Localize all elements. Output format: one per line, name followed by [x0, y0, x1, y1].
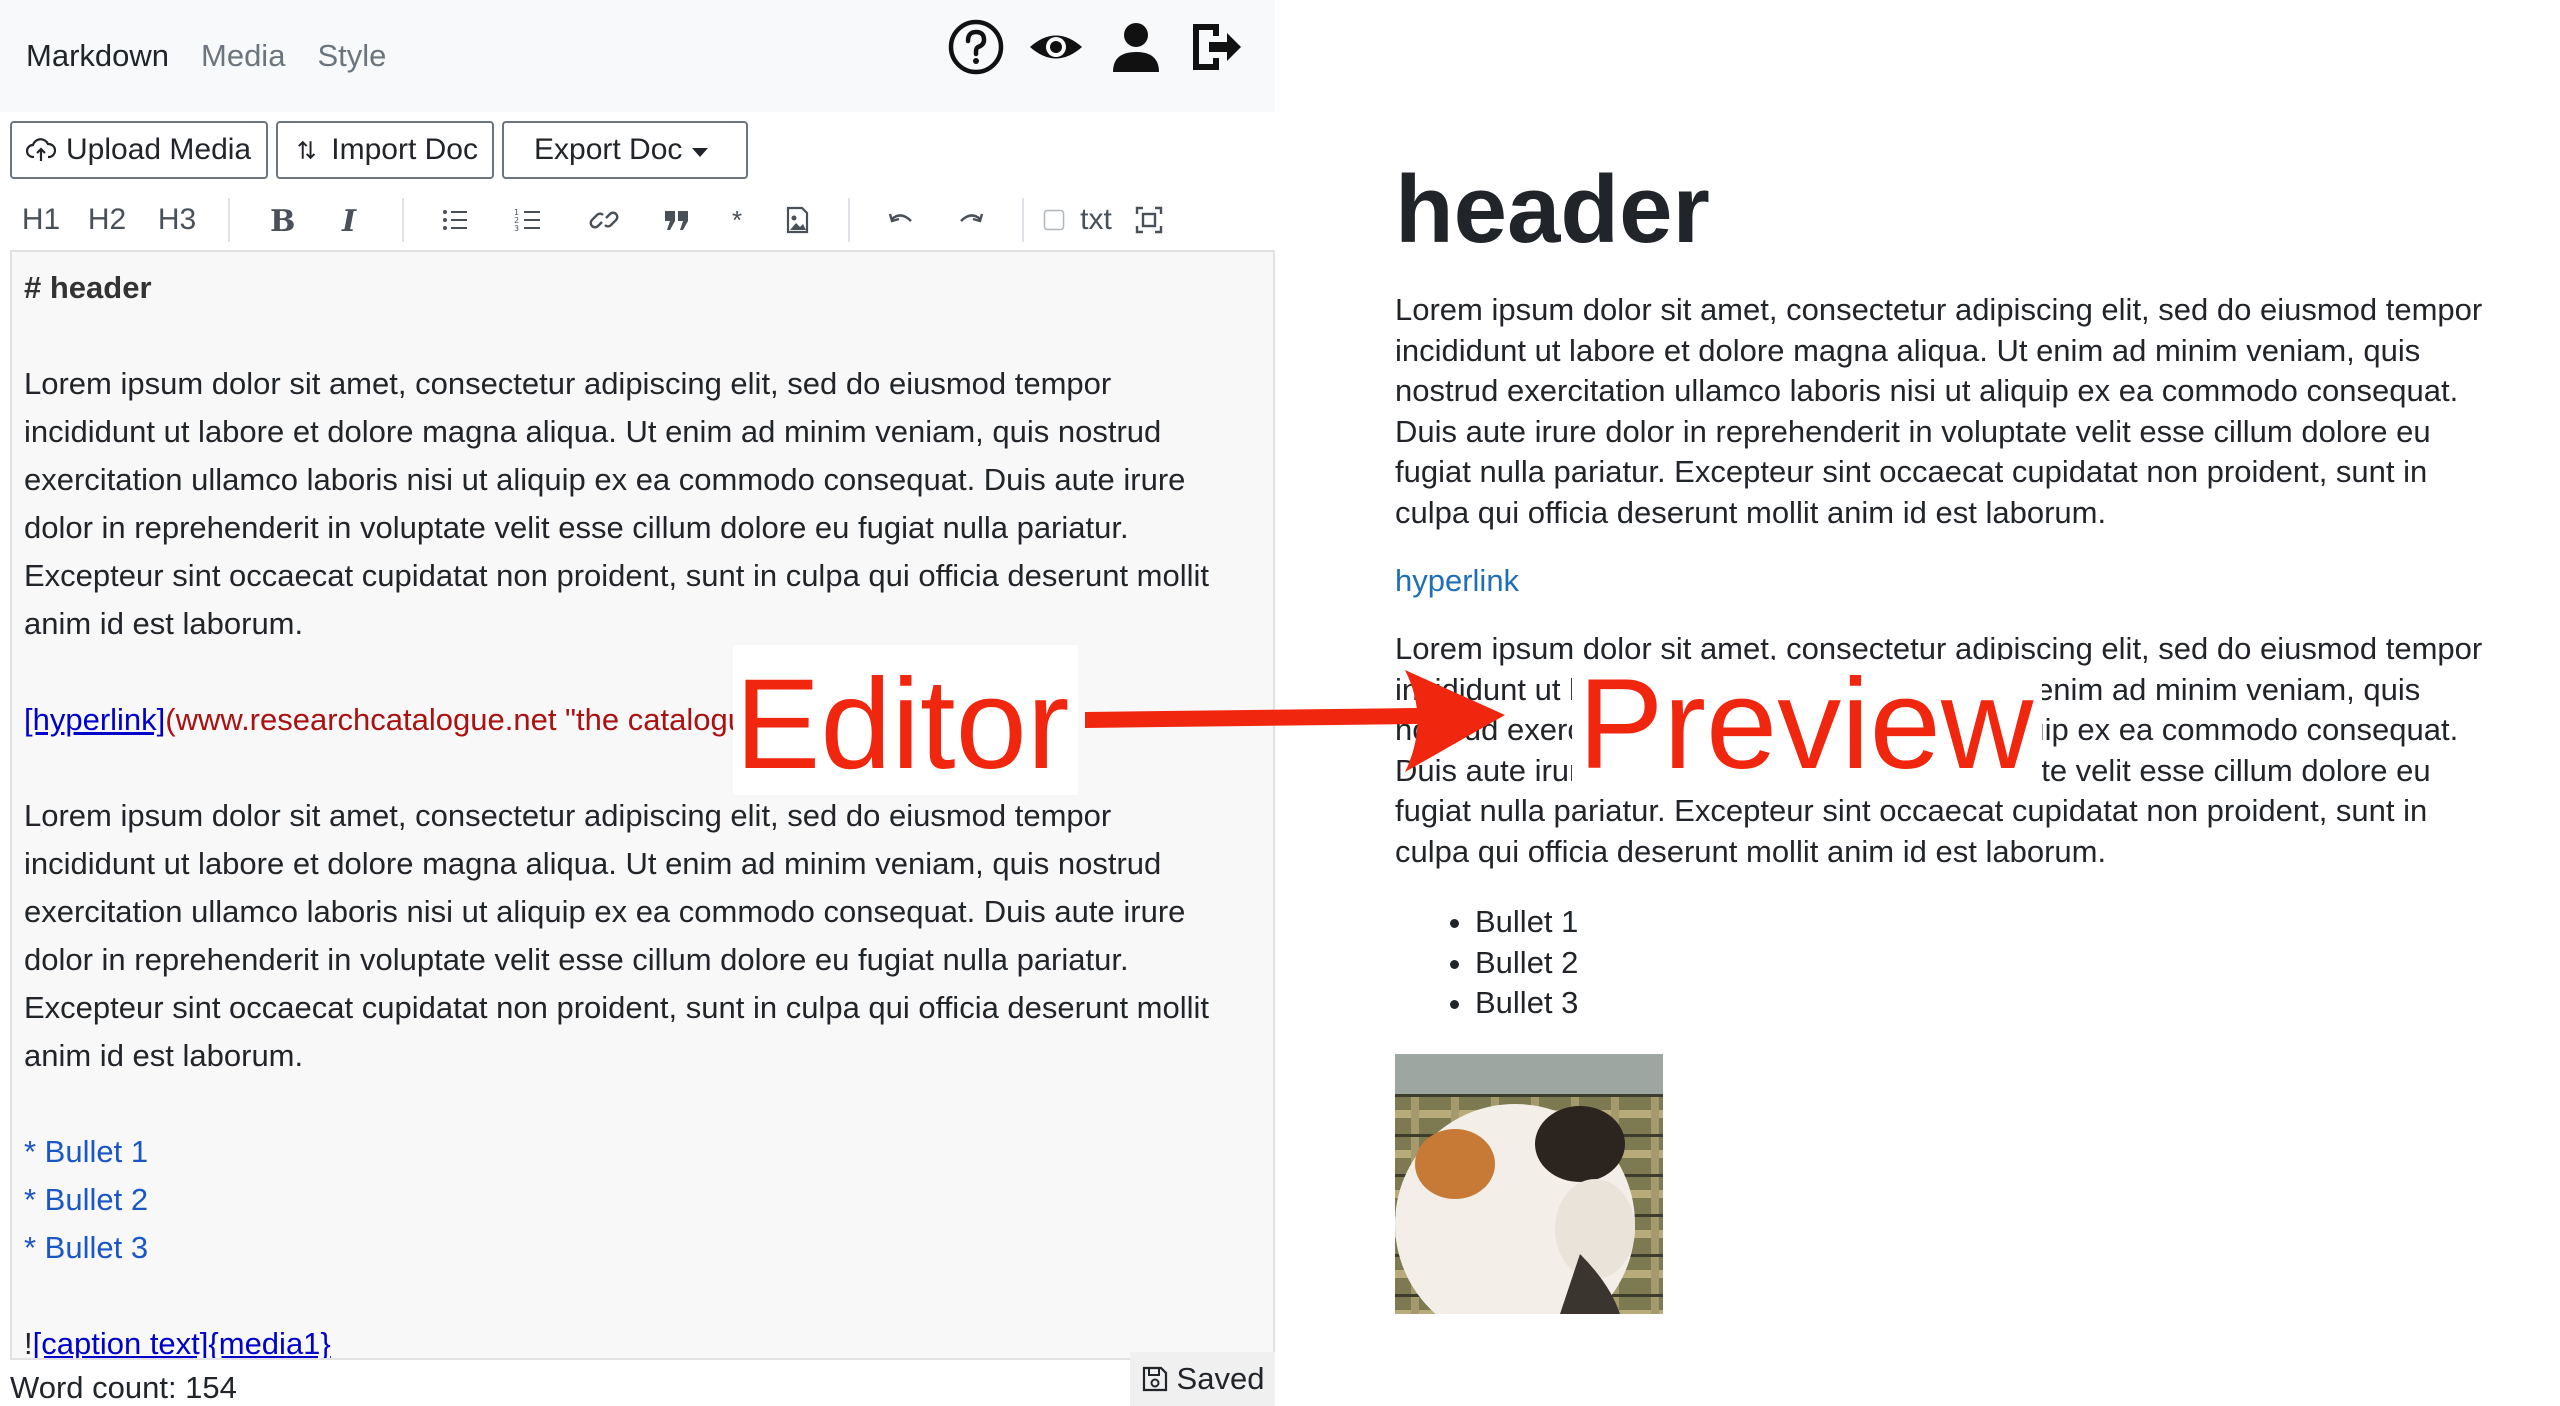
preview-bullet-item: Bullet 2 — [1475, 943, 2495, 984]
editor-text-line: Excepteur sint occaecat cupidatat non pr… — [24, 558, 1210, 593]
editor-blank-line — [24, 312, 1261, 360]
svg-text:B: B — [270, 205, 295, 235]
svg-text:3: 3 — [514, 224, 519, 233]
saved-indicator: Saved — [1130, 1352, 1275, 1406]
txt-checkbox[interactable] — [1040, 190, 1068, 250]
import-doc-label: Import Doc — [331, 133, 478, 166]
top-navbar: Markdown Media Style — [0, 0, 1275, 112]
swap-arrows-icon — [298, 140, 316, 160]
export-doc-dropdown[interactable]: Export Doc — [502, 121, 748, 179]
export-doc-label: Export Doc — [534, 133, 683, 166]
action-button-row: Upload Media Import Doc Export Doc — [10, 121, 748, 179]
link-icon[interactable] — [566, 190, 642, 250]
editor-bullet-line: * Bullet 1 — [24, 1134, 149, 1169]
editor-link-url: (www.researchcatalogue.net "the catalogu… — [165, 702, 784, 737]
tab-media[interactable]: Media — [201, 38, 285, 74]
chevron-down-icon — [692, 147, 709, 157]
preview-hyperlink[interactable]: hyperlink — [1395, 563, 2495, 599]
preview-bullet-item: Bullet 3 — [1475, 983, 2495, 1024]
editor-text-line: anim id est laborum. — [24, 1038, 304, 1073]
bold-icon[interactable]: B — [246, 190, 316, 250]
preview-bullet-item: Bullet 1 — [1475, 902, 2495, 943]
editor-text-line: anim id est laborum. — [24, 606, 304, 641]
editor-header-line: # header — [24, 270, 152, 305]
cloud-upload-icon — [26, 138, 56, 161]
floppy-disk-icon — [1142, 1366, 1167, 1392]
editor-text-line: dolor in reprehenderit in voluptate veli… — [24, 510, 1129, 545]
user-icon[interactable] — [1107, 18, 1165, 76]
annotation-preview-label: Preview — [1578, 653, 2034, 796]
txt-label: txt — [1080, 203, 1112, 236]
toolbar-divider — [1022, 198, 1024, 242]
annotation-editor-label: Editor — [735, 653, 1070, 796]
editor-text-line: exercitation ullamco laboris nisi ut ali… — [24, 894, 1186, 929]
tab-style[interactable]: Style — [317, 38, 386, 74]
eye-icon[interactable] — [1027, 18, 1085, 76]
italic-icon[interactable]: I — [316, 190, 386, 250]
editor-text-line: Lorem ipsum dolor sit amet, consectetur … — [24, 366, 1112, 401]
toolbar-divider — [228, 198, 230, 242]
logout-icon[interactable] — [1187, 18, 1245, 76]
toolbar-divider — [848, 198, 850, 242]
editor-media-line: ![caption text]{media1} — [24, 1320, 1261, 1360]
tab-markdown[interactable]: Markdown — [26, 38, 169, 74]
editor-text-line: Excepteur sint occaecat cupidatat non pr… — [24, 990, 1210, 1025]
svg-text:I: I — [341, 205, 357, 235]
redo-icon[interactable] — [936, 190, 1006, 250]
fullscreen-icon[interactable] — [1124, 190, 1174, 250]
editor-text-line: exercitation ullamco laboris nisi ut ali… — [24, 462, 1186, 497]
word-count: Word count: 154 — [10, 1370, 237, 1405]
nav-icons — [947, 18, 1245, 76]
annotation-arrow — [1085, 670, 1505, 772]
upload-media-button[interactable]: Upload Media — [10, 121, 268, 179]
import-doc-button[interactable]: Import Doc — [276, 121, 494, 179]
editor-text-line: dolor in reprehenderit in voluptate veli… — [24, 942, 1129, 977]
markdown-editor[interactable]: # header Lorem ipsum dolor sit amet, con… — [10, 250, 1275, 1360]
editor-media-ref: [caption text]{media1} — [32, 1326, 331, 1360]
heading1-button[interactable]: H1 — [10, 190, 72, 250]
asterisk-icon[interactable]: * — [712, 190, 762, 250]
editor-blank-line — [24, 1080, 1261, 1128]
bullet-list-icon[interactable] — [420, 190, 490, 250]
image-icon[interactable] — [762, 190, 832, 250]
editor-bullet-line: * Bullet 3 — [24, 1230, 149, 1265]
heading2-button[interactable]: H2 — [72, 190, 142, 250]
preview-bullet-list: Bullet 1 Bullet 2 Bullet 3 — [1395, 902, 2495, 1024]
undo-icon[interactable] — [866, 190, 936, 250]
upload-media-label: Upload Media — [66, 133, 252, 166]
editor-text-line: Lorem ipsum dolor sit amet, consectetur … — [24, 798, 1112, 833]
toolbar-divider — [402, 198, 404, 242]
editor-blank-line — [24, 1272, 1261, 1320]
preview-paragraph: Lorem ipsum dolor sit amet, consectetur … — [1395, 292, 2483, 530]
preview-heading: header — [1395, 156, 1710, 263]
saved-label: Saved — [1176, 1361, 1265, 1396]
heading3-button[interactable]: H3 — [142, 190, 212, 250]
help-icon[interactable] — [947, 18, 1005, 76]
editor-link-text: [hyperlink] — [24, 702, 166, 737]
format-toolbar: H1 H2 H3 B I 123 * txt — [10, 190, 1174, 250]
editor-media-prefix: ! — [24, 1326, 33, 1360]
preview-cat-image — [1395, 1053, 1663, 1314]
editor-bullet-line: * Bullet 2 — [24, 1182, 149, 1217]
quote-icon[interactable] — [642, 190, 712, 250]
editor-text-line: incididunt ut labore et dolore magna ali… — [24, 846, 1162, 881]
editor-text-line: incididunt ut labore et dolore magna ali… — [24, 414, 1162, 449]
numbered-list-icon[interactable]: 123 — [490, 190, 566, 250]
